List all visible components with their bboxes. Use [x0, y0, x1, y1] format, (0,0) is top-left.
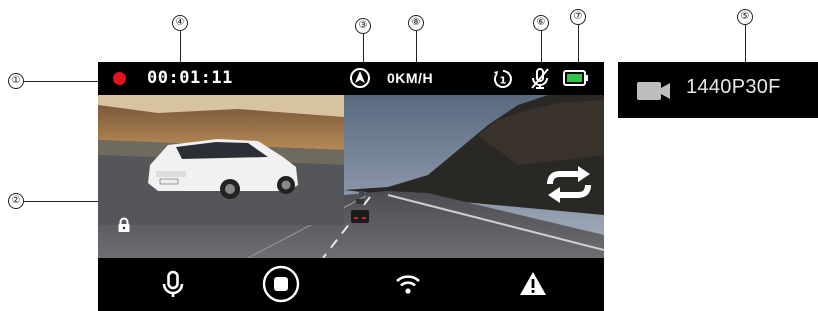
swap-camera-icon[interactable]	[538, 162, 600, 207]
warning-icon[interactable]	[513, 264, 553, 304]
microphone-icon[interactable]	[153, 264, 193, 304]
dashcam-screen: 00:01:11 0KM/H 1	[98, 62, 604, 311]
rear-camera-view	[98, 95, 344, 225]
camera-view-area	[98, 95, 604, 258]
speed-readout: 0KM/H	[387, 70, 434, 86]
callout-8: ⑧	[408, 15, 424, 31]
callout-4: ④	[172, 15, 188, 31]
callout-2: ②	[8, 193, 24, 209]
status-bar: 00:01:11 0KM/H 1	[98, 62, 604, 95]
bottom-toolbar	[98, 258, 604, 311]
speed-compass-icon	[349, 67, 371, 93]
lock-icon	[116, 217, 132, 237]
mic-muted-icon	[529, 67, 551, 95]
callout-1: ①	[8, 73, 24, 89]
battery-icon	[563, 70, 589, 90]
callout-6: ⑥	[533, 15, 549, 31]
recording-timer: 00:01:11	[147, 68, 233, 88]
wifi-icon[interactable]	[388, 264, 428, 304]
callout-3: ③	[355, 18, 371, 34]
loop-recording-icon: 1	[493, 69, 513, 93]
stop-record-icon[interactable]	[261, 264, 301, 304]
resolution-label: 1440P30F	[686, 76, 781, 98]
leader-line-1	[24, 81, 108, 82]
resolution-panel: 1440P30F	[618, 62, 818, 118]
video-camera-icon	[636, 80, 672, 106]
recording-indicator	[113, 72, 126, 85]
svg-text:1: 1	[500, 76, 507, 87]
callout-5: ⑤	[737, 9, 753, 25]
callout-7: ⑦	[570, 9, 586, 25]
leader-line-2	[24, 201, 108, 202]
